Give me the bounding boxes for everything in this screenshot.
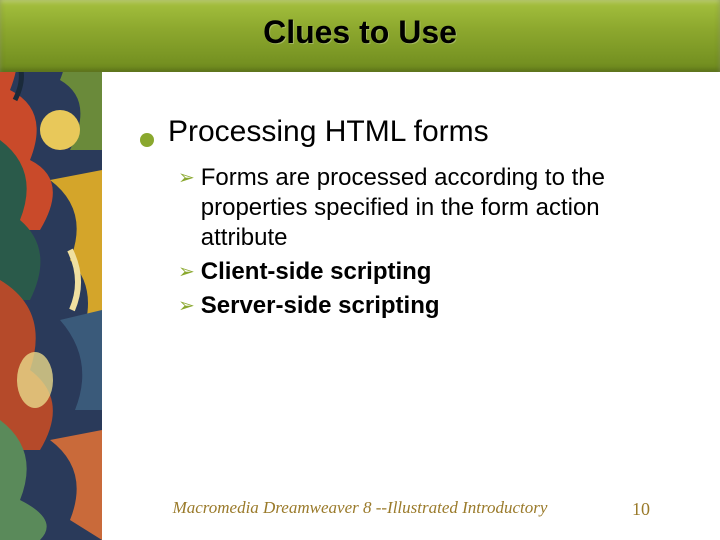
sub-bullet-text: Server-side scripting	[201, 291, 440, 321]
arrow-icon: ➢	[178, 163, 195, 193]
bullet-dot-icon	[140, 133, 154, 147]
main-bullet-text: Processing HTML forms	[168, 115, 489, 149]
main-bullet: Processing HTML forms	[140, 115, 690, 149]
decorative-painting	[0, 0, 102, 540]
content-area: Processing HTML forms ➢ Forms are proces…	[130, 115, 690, 325]
footer-text: Macromedia Dreamweaver 8 --Illustrated I…	[0, 498, 720, 518]
sub-bullet-text: Forms are processed according to the pro…	[201, 163, 690, 253]
sub-bullet-item: ➢ Server-side scripting	[178, 291, 690, 321]
arrow-icon: ➢	[178, 291, 195, 321]
sub-bullet-item: ➢ Client-side scripting	[178, 257, 690, 287]
slide-title: Clues to Use	[0, 14, 720, 51]
sub-bullet-item: ➢ Forms are processed according to the p…	[178, 163, 690, 253]
page-number: 10	[632, 499, 650, 520]
sub-bullet-list: ➢ Forms are processed according to the p…	[178, 163, 690, 321]
sub-bullet-text: Client-side scripting	[201, 257, 432, 287]
arrow-icon: ➢	[178, 257, 195, 287]
